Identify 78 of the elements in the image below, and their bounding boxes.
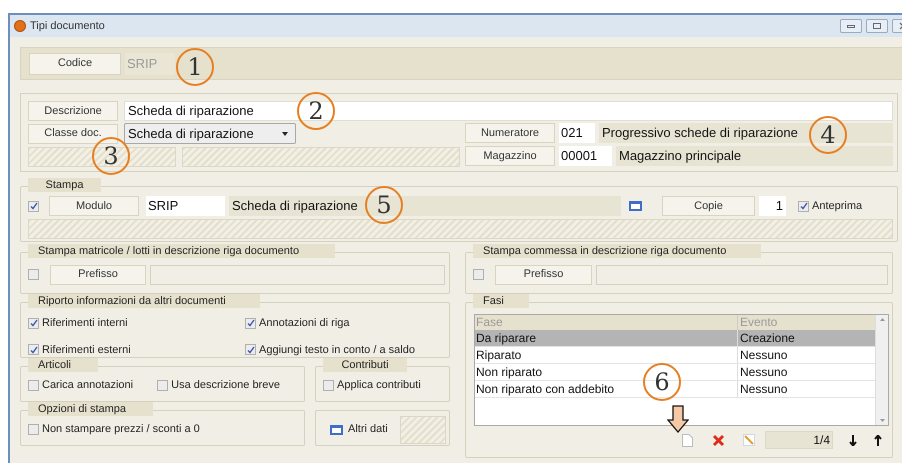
- section-title: Stampa commessa in descrizione riga documento: [473, 244, 761, 258]
- checkbox[interactable]: [28, 424, 39, 435]
- field-label: Codice: [29, 52, 121, 74]
- checkbox[interactable]: [28, 269, 39, 280]
- field-label: Classe doc.: [28, 124, 118, 144]
- window-icon[interactable]: [330, 424, 343, 434]
- maximize-button[interactable]: [866, 19, 888, 33]
- field-label: Numeratore: [465, 123, 555, 143]
- delete-icon[interactable]: [712, 434, 725, 446]
- edit-icon[interactable]: [743, 434, 755, 446]
- field-label: Magazzino: [465, 146, 555, 166]
- section-title: Articoli: [28, 358, 98, 372]
- section-title: Riporto informazioni da altri documenti: [28, 294, 260, 308]
- table-cell-text: Nessuno: [739, 347, 788, 363]
- checkbox-label: Riferimenti interni: [42, 316, 128, 331]
- table-row[interactable]: Da riparare Creazione: [475, 330, 875, 347]
- copies-field[interactable]: 1: [759, 196, 786, 216]
- callout-arrow: [667, 405, 689, 433]
- app-icon: [14, 20, 26, 32]
- code-field[interactable]: 021: [559, 123, 595, 143]
- table-cell-text: Nessuno: [739, 381, 788, 397]
- field-label: Prefisso: [50, 264, 146, 284]
- code-field[interactable]: 00001: [559, 146, 612, 166]
- section-title: Contributi: [323, 358, 407, 372]
- scroll-up-icon[interactable]: [880, 318, 884, 321]
- table-cell: Riparato: [475, 347, 738, 363]
- arrow-down-icon[interactable]: [849, 434, 857, 446]
- scrollbar[interactable]: [875, 315, 888, 425]
- checkbox-label: Carica annotazioni: [42, 378, 134, 394]
- section-title: Stampa: [28, 178, 101, 192]
- callout-number: 4: [809, 116, 847, 154]
- link-label: Altri dati: [348, 422, 388, 438]
- checkbox[interactable]: [245, 318, 256, 329]
- table-cell-text: Nessuno: [739, 364, 788, 380]
- checkbox-label: Riferimenti esterni: [42, 342, 131, 358]
- prefix-field[interactable]: [150, 264, 445, 284]
- scroll-down-icon[interactable]: [880, 419, 884, 422]
- checkbox[interactable]: [157, 380, 168, 391]
- field-label: Prefisso: [495, 264, 592, 284]
- record-counter: 1/4: [765, 431, 833, 449]
- window-icon[interactable]: [629, 201, 642, 211]
- table-row[interactable]: Riparato Nessuno: [475, 347, 875, 364]
- checkbox[interactable]: [28, 200, 39, 212]
- checkbox-label: Anteprima: [812, 198, 862, 214]
- callout-number: 5: [365, 186, 403, 224]
- disabled-field: [400, 416, 446, 444]
- callout-number: 3: [92, 137, 130, 175]
- checkbox-label: Usa descrizione breve: [171, 378, 280, 394]
- minimize-button[interactable]: [840, 19, 862, 33]
- arrow-up-icon[interactable]: [874, 434, 882, 446]
- field-label: Descrizione: [28, 101, 118, 121]
- checkbox[interactable]: [245, 344, 256, 356]
- prefix-field[interactable]: [596, 264, 888, 284]
- table-cell-text: Creazione: [739, 330, 796, 346]
- column-header: Evento: [739, 315, 778, 330]
- checkbox-label: Applica contributi: [337, 378, 421, 394]
- checkbox-label: Aggiungi testo in conto / a saldo: [259, 342, 415, 358]
- description-field: Magazzino principale: [616, 146, 893, 166]
- checkbox[interactable]: [473, 269, 484, 280]
- table-cell: Da riparare: [475, 330, 738, 346]
- section-title: Fasi: [473, 294, 529, 308]
- field-label: Copie: [662, 196, 755, 216]
- code-field[interactable]: SRIP: [146, 196, 225, 216]
- checkbox[interactable]: [798, 200, 809, 212]
- class-dropdown[interactable]: Scheda di riparazione: [124, 123, 296, 144]
- caret-icon: [282, 132, 288, 136]
- checkbox[interactable]: [28, 318, 39, 329]
- checkbox-label: Non stampare prezzi / sconti a 0: [42, 422, 200, 438]
- callout-number: 2: [297, 92, 335, 130]
- checkbox[interactable]: [323, 380, 334, 391]
- checkbox-label: Annotazioni di riga: [259, 316, 350, 331]
- window-title: Tipi documento: [30, 18, 105, 34]
- callout-number: 1: [176, 48, 214, 86]
- checkbox[interactable]: [28, 380, 39, 391]
- field-label: Modulo: [49, 196, 139, 216]
- checkbox[interactable]: [28, 344, 39, 356]
- section-title: Stampa matricole / lotti in descrizione riga documento: [28, 244, 335, 258]
- section-title: Opzioni di stampa: [28, 402, 153, 416]
